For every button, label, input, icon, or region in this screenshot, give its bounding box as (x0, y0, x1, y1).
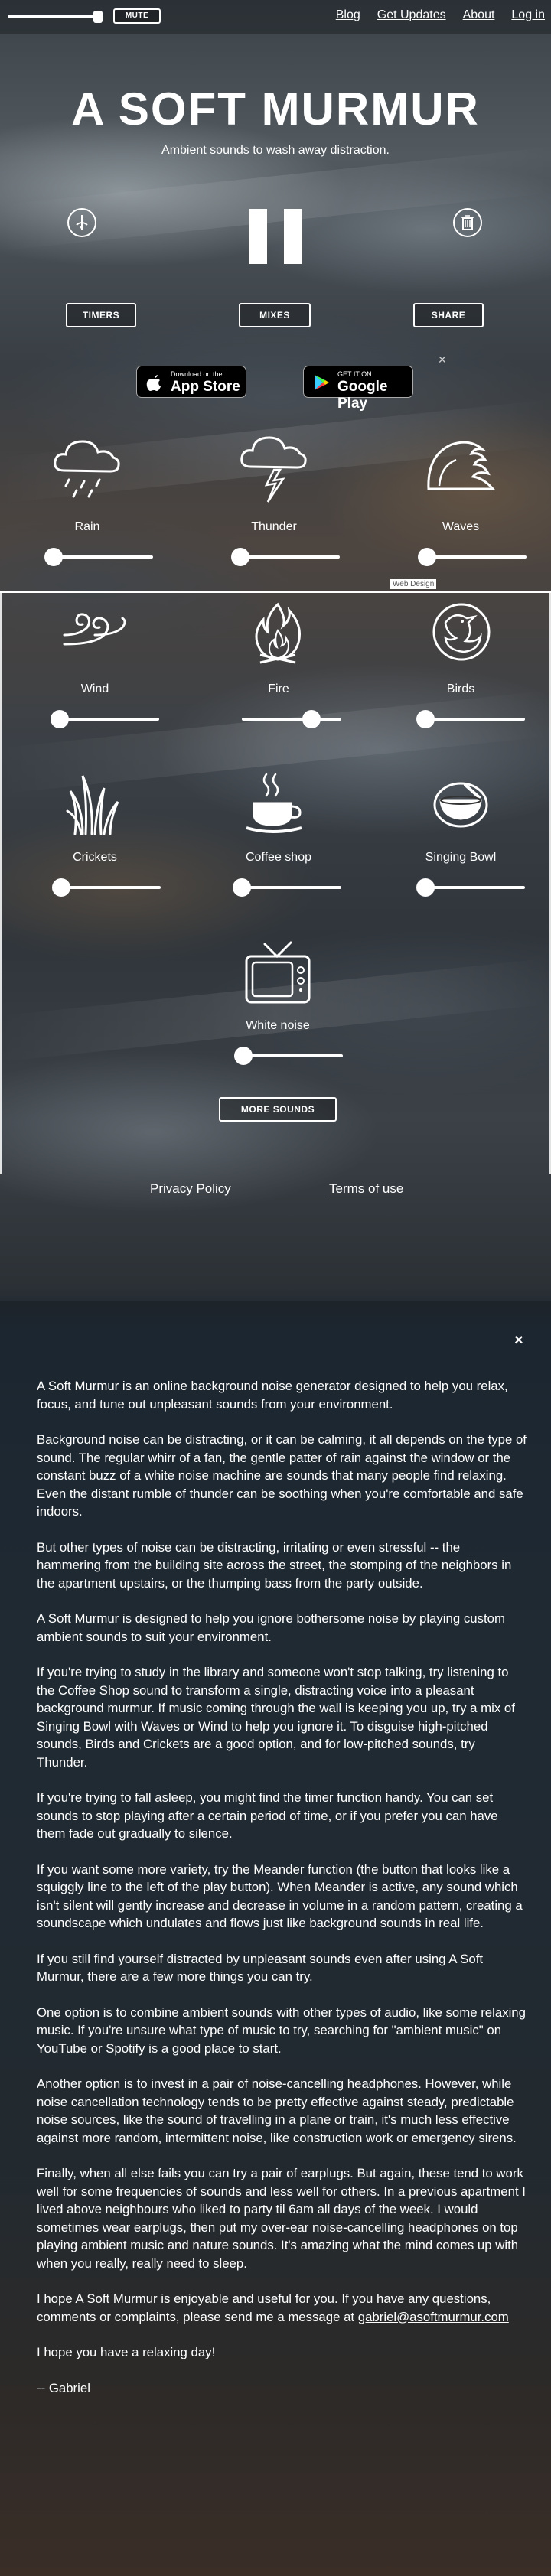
about-paragraph: If you still find yourself distracted by… (37, 1951, 484, 1985)
nav-get-updates[interactable]: Get Updates (377, 8, 446, 22)
about-signature: -- Gabriel (37, 2380, 90, 2395)
white-noise-volume-slider[interactable] (234, 1047, 343, 1065)
crickets-volume-knob[interactable] (52, 878, 70, 897)
thunder-volume-slider[interactable] (231, 548, 340, 566)
sound-label-wind: Wind (80, 682, 109, 695)
grass-icon (60, 768, 129, 841)
crickets-volume-slider[interactable] (52, 878, 161, 897)
tv-icon (243, 940, 312, 1012)
nav-blog[interactable]: Blog (336, 8, 360, 22)
about-paragraph: If you're trying to study in the library… (37, 1665, 515, 1770)
about-paragraph: Another option is to invest in a pair of… (37, 2076, 517, 2145)
sound-label-waves: Waves (442, 520, 480, 533)
google-play-icon (315, 375, 329, 390)
waves-icon (424, 432, 500, 505)
singing-bowl-volume-slider[interactable] (416, 878, 525, 897)
fire-volume-slider[interactable] (242, 710, 341, 728)
close-icon[interactable]: × (514, 1332, 523, 1350)
about-paragraph: Background noise can be distracting, or … (37, 1432, 527, 1519)
white-noise-volume-knob[interactable] (234, 1047, 253, 1065)
about-paragraph: But other types of noise can be distract… (37, 1539, 512, 1591)
about-paragraph: A Soft Murmur is designed to help you ig… (37, 1611, 505, 1644)
site-title: A SOFT MURMUR (71, 83, 480, 135)
about-paragraph: Finally, when all else fails you can try… (37, 2166, 526, 2271)
sound-label-rain: Rain (74, 520, 100, 533)
singing-bowl-volume-knob[interactable] (416, 878, 435, 897)
birds-volume-knob[interactable] (416, 710, 435, 728)
about-paragraph: If you're trying to fall asleep, you mig… (37, 1790, 498, 1841)
sound-label-crickets: Crickets (73, 851, 117, 864)
tagline: Ambient sounds to wash away distraction. (161, 144, 390, 157)
trash-icon[interactable] (453, 208, 482, 237)
section-divider (0, 591, 551, 593)
top-bar: MUTE Blog Get Updates About Log in (0, 0, 551, 34)
pause-button[interactable] (249, 209, 302, 264)
fire-icon (243, 600, 312, 672)
meander-icon[interactable] (67, 208, 96, 237)
terms-of-use-link[interactable]: Terms of use (329, 1181, 403, 1197)
app-store-badge[interactable]: Download on the App Store (136, 366, 246, 398)
coffee-shop-volume-knob[interactable] (233, 878, 251, 897)
mixes-button[interactable]: MIXES (239, 303, 311, 327)
thunder-volume-knob[interactable] (231, 548, 249, 566)
about-contact: I hope A Soft Murmur is enjoyable and us… (37, 2290, 527, 2326)
about-paragraph: A Soft Murmur is an online background no… (37, 1379, 508, 1412)
about-paragraph: I hope you have a relaxing day! (37, 2345, 216, 2359)
singing-bowl-icon (430, 777, 491, 838)
master-volume-knob[interactable] (93, 11, 103, 23)
sound-label-singing-bowl: Singing Bowl (425, 851, 497, 864)
birds-volume-slider[interactable] (416, 710, 525, 728)
coffee-cup-icon (245, 771, 306, 838)
share-button[interactable]: SHARE (413, 303, 484, 327)
about-text: A Soft Murmur is an online background no… (37, 1377, 527, 2415)
nav-log-in[interactable]: Log in (511, 8, 545, 22)
waves-volume-slider[interactable] (418, 548, 527, 566)
sound-label-white-noise: White noise (246, 1019, 310, 1032)
rain-volume-knob[interactable] (44, 548, 63, 566)
sound-label-fire: Fire (268, 682, 289, 695)
nav-about[interactable]: About (463, 8, 495, 22)
privacy-policy-link[interactable]: Privacy Policy (150, 1181, 231, 1197)
frame-line-left (0, 593, 2, 1174)
waves-volume-knob[interactable] (418, 548, 436, 566)
wind-icon (57, 604, 133, 662)
top-nav: Blog Get Updates About Log in (336, 8, 545, 22)
thunder-cloud-icon (236, 428, 312, 509)
master-volume-slider[interactable] (8, 11, 103, 23)
apple-icon (146, 375, 161, 391)
rain-cloud-icon (49, 432, 126, 505)
about-paragraph: One option is to combine ambient sounds … (37, 2004, 526, 2056)
wind-volume-slider[interactable] (51, 710, 159, 728)
bird-icon (427, 600, 496, 672)
more-sounds-button[interactable]: MORE SOUNDS (219, 1097, 337, 1122)
sound-label-coffee-shop: Coffee shop (246, 851, 311, 864)
wind-volume-knob[interactable] (51, 710, 69, 728)
coffee-shop-volume-slider[interactable] (233, 878, 341, 897)
about-paragraph: If you want some more variety, try the M… (37, 1861, 523, 1931)
sound-label-birds: Birds (446, 682, 475, 695)
google-play-badge[interactable]: GET IT ON Google Play (303, 366, 413, 412)
sound-label-thunder: Thunder (251, 520, 297, 533)
fire-volume-knob[interactable] (302, 710, 321, 728)
close-ad-icon[interactable]: ✕ (438, 353, 447, 366)
timers-button[interactable]: TIMERS (66, 303, 136, 327)
web-design-label[interactable]: Web Design (390, 579, 437, 589)
rain-volume-slider[interactable] (44, 548, 153, 566)
mute-button[interactable]: MUTE (113, 8, 161, 24)
email-link[interactable]: gabriel@asoftmurmur.com (358, 2310, 509, 2324)
